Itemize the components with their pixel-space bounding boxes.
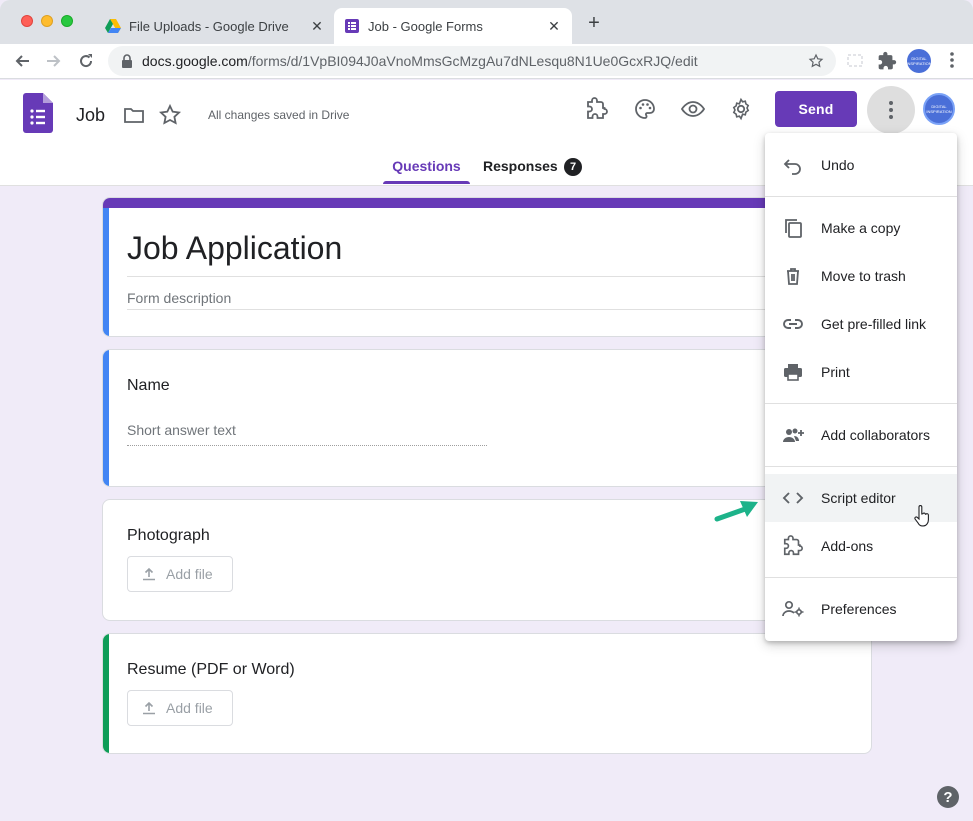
- folder-icon[interactable]: [122, 103, 146, 127]
- minimize-window-button[interactable]: [41, 15, 53, 27]
- more-options-button[interactable]: [867, 86, 915, 134]
- close-tab-icon[interactable]: ✕: [309, 18, 325, 35]
- extensions-icon[interactable]: [877, 51, 897, 71]
- print-icon: [781, 360, 805, 384]
- add-file-label: Add file: [166, 566, 213, 582]
- menu-item-label: Undo: [821, 157, 855, 173]
- tab-title: File Uploads - Google Drive: [129, 18, 289, 34]
- menu-item-label: Preferences: [821, 601, 897, 617]
- active-card-indicator: [103, 208, 109, 336]
- menu-item-move-to-trash[interactable]: Move to trash: [765, 252, 957, 300]
- tab-title: Job - Google Forms: [368, 18, 483, 34]
- divider: [127, 309, 871, 310]
- link-icon: [781, 312, 805, 336]
- cast-icon[interactable]: [845, 51, 865, 71]
- question-card-resume[interactable]: Resume (PDF or Word) Add file: [102, 633, 872, 754]
- browser-profile-avatar[interactable]: DIGITAL INSPIRATION: [906, 49, 932, 73]
- close-window-button[interactable]: [21, 15, 33, 27]
- menu-item-label: Print: [821, 364, 850, 380]
- bookmark-star-icon[interactable]: [808, 53, 824, 69]
- url-path: /forms/d/1VpBI094J0aVnoMmsGcMzgAu7dNLesq…: [247, 53, 698, 69]
- question-title[interactable]: Photograph: [127, 527, 210, 545]
- close-tab-icon[interactable]: ✕: [546, 18, 562, 35]
- help-icon[interactable]: ?: [937, 786, 959, 808]
- menu-divider: [765, 466, 957, 467]
- copy-icon: [781, 216, 805, 240]
- trash-icon: [781, 264, 805, 288]
- google-forms-icon: [345, 19, 359, 33]
- person-settings-icon: [781, 597, 805, 621]
- star-icon[interactable]: [158, 103, 182, 127]
- account-avatar[interactable]: DIGITAL INSPIRATION: [923, 93, 955, 125]
- maximize-window-button[interactable]: [61, 15, 73, 27]
- menu-item-get-pre-filled-link[interactable]: Get pre-filled link: [765, 300, 957, 348]
- menu-item-label: Script editor: [821, 490, 896, 506]
- menu-item-add-collaborators[interactable]: Add collaborators: [765, 411, 957, 459]
- google-forms-logo[interactable]: [23, 93, 53, 133]
- menu-divider: [765, 196, 957, 197]
- settings-gear-icon[interactable]: [729, 97, 753, 121]
- add-file-button[interactable]: Add file: [127, 690, 233, 726]
- question-title[interactable]: Name: [127, 377, 170, 395]
- code-icon: [781, 486, 805, 510]
- form-title[interactable]: Job Application: [127, 230, 342, 267]
- menu-divider: [765, 577, 957, 578]
- tab-questions[interactable]: Questions: [383, 158, 470, 174]
- active-tab-indicator: [383, 181, 470, 184]
- menu-item-preferences[interactable]: Preferences: [765, 585, 957, 633]
- tab-responses[interactable]: Responses: [483, 158, 558, 174]
- menu-item-add-ons[interactable]: Add-ons: [765, 522, 957, 570]
- back-icon[interactable]: [11, 50, 33, 72]
- new-tab-button[interactable]: +: [584, 12, 604, 34]
- hand-cursor-icon: [914, 505, 929, 527]
- form-title-card[interactable]: Job Application Form description: [102, 197, 872, 337]
- document-title[interactable]: Job: [76, 105, 105, 126]
- browser-toolbar: docs.google.com/forms/d/1VpBI094J0aVnoMm…: [0, 44, 973, 79]
- annotation-arrow-icon: [714, 501, 758, 522]
- address-bar[interactable]: docs.google.com/forms/d/1VpBI094J0aVnoMm…: [108, 46, 836, 76]
- menu-divider: [765, 403, 957, 404]
- add-file-label: Add file: [166, 700, 213, 716]
- menu-item-label: Get pre-filled link: [821, 316, 927, 332]
- upload-icon: [143, 701, 155, 715]
- menu-item-label: Move to trash: [821, 268, 906, 284]
- add-file-button[interactable]: Add file: [127, 556, 233, 592]
- form-description-field[interactable]: Form description: [127, 290, 231, 306]
- lock-icon: [122, 54, 132, 68]
- more-vert-icon: [889, 101, 893, 119]
- addons-icon[interactable]: [585, 97, 609, 121]
- browser-tab-forms[interactable]: Job - Google Forms ✕: [334, 8, 572, 44]
- responses-count-badge: 7: [564, 158, 582, 176]
- theme-color-bar: [103, 198, 871, 208]
- browser-menu-icon[interactable]: [945, 50, 959, 70]
- menu-item-label: Make a copy: [821, 220, 901, 236]
- menu-item-print[interactable]: Print: [765, 348, 957, 396]
- upload-icon: [143, 567, 155, 581]
- url-host: docs.google.com: [142, 53, 248, 69]
- browser-tab-drive[interactable]: File Uploads - Google Drive ✕: [95, 8, 335, 44]
- short-answer-placeholder: Short answer text: [127, 422, 236, 438]
- google-drive-icon: [105, 19, 121, 33]
- preview-eye-icon[interactable]: [681, 97, 705, 121]
- more-options-menu: Undo Make a copy Move to trash Get pre-f…: [765, 133, 957, 641]
- menu-item-label: Add-ons: [821, 538, 874, 554]
- puzzle-icon: [781, 534, 805, 558]
- browser-tab-strip: File Uploads - Google Drive ✕ Job - Goog…: [0, 0, 973, 44]
- save-status: All changes saved in Drive: [208, 108, 350, 122]
- question-title[interactable]: Resume (PDF or Word): [127, 661, 295, 679]
- answer-underline: [127, 445, 487, 446]
- reload-icon[interactable]: [75, 50, 97, 72]
- add-people-icon: [781, 423, 805, 447]
- palette-icon[interactable]: [633, 97, 657, 121]
- menu-item-label: Add collaborators: [821, 427, 930, 443]
- divider: [127, 276, 871, 277]
- menu-item-undo[interactable]: Undo: [765, 141, 957, 189]
- question-accent-bar: [103, 350, 109, 486]
- question-card-name[interactable]: Name Short answer text: [102, 349, 872, 487]
- undo-icon: [781, 153, 805, 177]
- menu-item-make-a-copy[interactable]: Make a copy: [765, 204, 957, 252]
- question-accent-bar: [103, 634, 109, 753]
- send-button[interactable]: Send: [775, 91, 857, 127]
- forward-icon[interactable]: [43, 50, 65, 72]
